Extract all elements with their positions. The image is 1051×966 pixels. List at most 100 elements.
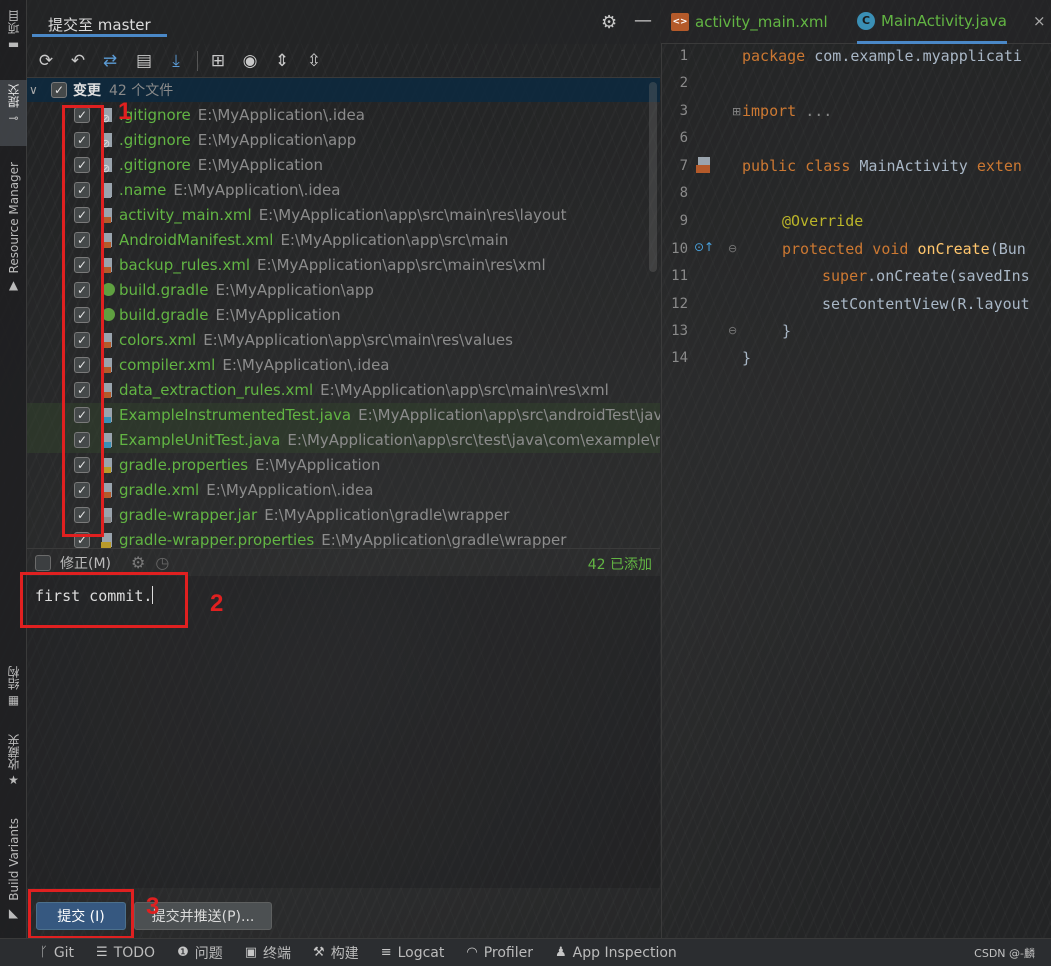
build-variants-tool-tab[interactable]: Build Variants ◣ <box>0 814 27 932</box>
xml-layout-gutter-icon[interactable] <box>696 157 712 175</box>
shelve-icon[interactable]: ⤓ <box>163 48 189 74</box>
collapse-all-icon[interactable]: ⇳ <box>301 48 327 74</box>
tool-window-button-终端[interactable]: ▣ 终端 <box>245 943 291 963</box>
file-row[interactable]: ✓ activity_main.xml E:\MyApplication\app\s… <box>27 203 660 228</box>
file-path: E:\MyApplication\gradle\wrapper <box>321 531 567 548</box>
file-label: gradle.xml E:\MyApplication\.idea <box>119 481 373 499</box>
file-label: compiler.xml E:\MyApplication\.idea <box>119 356 390 374</box>
file-label: activity_main.xml E:\MyApplication\app\sr… <box>119 206 566 224</box>
file-path: E:\MyApplication <box>197 156 323 174</box>
code-line-9: @Override <box>782 212 864 230</box>
tool-window-button-profiler[interactable]: ◠ Profiler <box>466 945 533 961</box>
tool-window-button-todo[interactable]: ☰ TODO <box>96 945 155 961</box>
changes-group-checkbox[interactable]: ✓ <box>51 82 67 98</box>
resource-manager-tab-label: Resource Manager <box>6 162 21 274</box>
file-row[interactable]: ✓ backup_rules.xml E:\MyApplication\app\sr… <box>27 253 660 278</box>
tool-window-button-构建[interactable]: ⚒ 构建 <box>313 943 359 963</box>
tool-window-button-logcat[interactable]: ≡ Logcat <box>381 945 445 961</box>
expand-all-icon[interactable]: ⇕ <box>269 48 295 74</box>
file-name: data_extraction_rules.xml <box>119 381 314 399</box>
line-number: 10 <box>671 241 688 257</box>
refresh-icon[interactable]: ⟳ <box>33 48 59 74</box>
file-path: E:\MyApplication\.idea <box>173 181 341 199</box>
commit-options-gear-icon[interactable]: ⚙ <box>131 553 145 572</box>
file-name: gradle.xml <box>119 481 200 499</box>
amend-label[interactable]: 修正(M) <box>60 553 111 573</box>
build-variants-tab-label: Build Variants <box>6 818 21 901</box>
file-row[interactable]: ✓ data_extraction_rules.xml E:\MyApplicati… <box>27 378 660 403</box>
tool-window-button-问题[interactable]: ❶ 问题 <box>177 943 223 963</box>
tool-window-button-git[interactable]: ᚴ Git <box>40 945 74 961</box>
file-row[interactable]: ✓ gradle.properties E:\MyApplication <box>27 453 660 478</box>
file-row[interactable]: ✓ AndroidManifest.xml E:\MyApplication\app… <box>27 228 660 253</box>
problems-icon: ❶ <box>177 945 189 960</box>
tool-window-label: Profiler <box>483 944 534 961</box>
gear-icon[interactable]: ⚙ <box>601 12 617 33</box>
file-name: build.gradle <box>119 281 209 299</box>
fold-icon[interactable]: ⊞ <box>732 105 741 118</box>
file-row[interactable]: ✓ gradle-wrapper.jar E:\MyApplication\grad… <box>27 503 660 528</box>
view-options-icon[interactable]: ◉ <box>237 48 263 74</box>
file-row[interactable]: ✓ gradle-wrapper.properties E:\MyApplicati… <box>27 528 660 548</box>
chevron-down-icon[interactable]: ∨ <box>29 83 43 97</box>
tab-activity-main-xml[interactable]: <> activity_main.xml <box>671 0 828 44</box>
annotation-box-checkboxes <box>62 105 104 537</box>
editor-tab-bar: <> activity_main.xml C MainActivity.java… <box>661 0 1051 44</box>
annotation-box-commit <box>28 889 134 939</box>
commit-icon: ⊸ <box>8 111 19 125</box>
line-number: 6 <box>679 130 688 146</box>
tab-main-activity-java[interactable]: C MainActivity.java <box>857 0 1007 44</box>
terminal-icon: ▣ <box>244 945 258 960</box>
file-path: E:\MyApplication\app\src\main\res\xml <box>320 381 609 399</box>
override-gutter-icon[interactable]: ⊙↑ <box>694 240 714 254</box>
resource-manager-tool-tab[interactable]: Resource Manager ▲ <box>0 158 27 300</box>
tree-scrollbar[interactable] <box>649 82 657 272</box>
structure-tool-tab[interactable]: 结构 ▦ <box>0 662 27 712</box>
history-clock-icon[interactable]: ◷ <box>155 553 169 572</box>
file-row[interactable]: ✓ colors.xml E:\MyApplication\app\src\main… <box>27 328 660 353</box>
file-row[interactable]: ✓ .name E:\MyApplication\.idea <box>27 178 660 203</box>
file-row[interactable]: ✓ ExampleUnitTest.java E:\MyApplication\ap… <box>27 428 660 453</box>
file-label: .gitignore E:\MyApplication\.idea <box>119 106 365 124</box>
fold-icon[interactable]: ⊖ <box>728 242 737 255</box>
shapes-icon: ▲ <box>8 278 19 293</box>
changes-group-label: 变更 <box>73 83 101 99</box>
file-name: AndroidManifest.xml <box>119 231 274 249</box>
file-label: colors.xml E:\MyApplication\app\src\main\… <box>119 331 513 349</box>
fold-icon[interactable]: ⊖ <box>728 324 737 337</box>
star-icon: ★ <box>8 773 19 787</box>
project-tool-tab[interactable]: 项目 ▬ <box>0 6 27 68</box>
show-diff-icon[interactable]: ⇄ <box>97 48 123 74</box>
rollback-icon[interactable]: ↶ <box>65 48 91 74</box>
group-by-icon[interactable]: ⊞ <box>205 48 231 74</box>
file-row[interactable]: ✓ ExampleInstrumentedTest.java E:\MyApplic… <box>27 403 660 428</box>
toolbar-divider <box>197 51 198 71</box>
file-path: E:\MyApplication\.idea <box>222 356 390 374</box>
file-label: ExampleUnitTest.java E:\MyApplication\app… <box>119 431 660 449</box>
favorites-tool-tab[interactable]: 收藏夹 ★ <box>0 730 27 798</box>
file-row[interactable]: ✓ gradle.xml E:\MyApplication\.idea <box>27 478 660 503</box>
file-name: ExampleUnitTest.java <box>119 431 281 449</box>
file-label: .name E:\MyApplication\.idea <box>119 181 340 199</box>
file-row[interactable]: ✓ ⊘ .gitignore E:\MyApplication\app <box>27 128 660 153</box>
file-row[interactable]: ✓ compiler.xml E:\MyApplication\.idea <box>27 353 660 378</box>
tool-window-button-app-inspection[interactable]: ♟ App Inspection <box>555 945 677 961</box>
file-path: E:\MyApplication\app\src\main\res\layout <box>258 206 567 224</box>
changelist-icon[interactable]: ▤ <box>131 48 157 74</box>
file-row[interactable]: ✓ build.gradle E:\MyApplication <box>27 303 660 328</box>
file-name: backup_rules.xml <box>119 256 251 274</box>
annotation-number-1: 1 <box>118 98 132 125</box>
build-variants-icon: ◣ <box>8 905 19 920</box>
commit-panel-title-tab[interactable]: 提交至 master <box>32 9 167 37</box>
file-row[interactable]: ✓ ⊘ .gitignore E:\MyApplication <box>27 153 660 178</box>
file-name: .gitignore <box>119 156 191 174</box>
tab-label: MainActivity.java <box>881 11 1007 30</box>
file-row[interactable]: ✓ build.gradle E:\MyApplication\app <box>27 278 660 303</box>
code-line-14: } <box>742 349 752 367</box>
minimize-icon[interactable]: — <box>634 10 652 31</box>
line-number: 13 <box>671 323 688 339</box>
amend-checkbox[interactable] <box>35 554 51 571</box>
code-editor[interactable]: 1 2 3 6 7 8 9 10 11 12 13 14 ⊞ ⊙↑ ⊖ ⊖ pa… <box>661 44 1051 938</box>
commit-tool-tab[interactable]: 提交 ⊸ <box>0 80 27 146</box>
close-tab-icon[interactable]: × <box>1033 12 1046 30</box>
